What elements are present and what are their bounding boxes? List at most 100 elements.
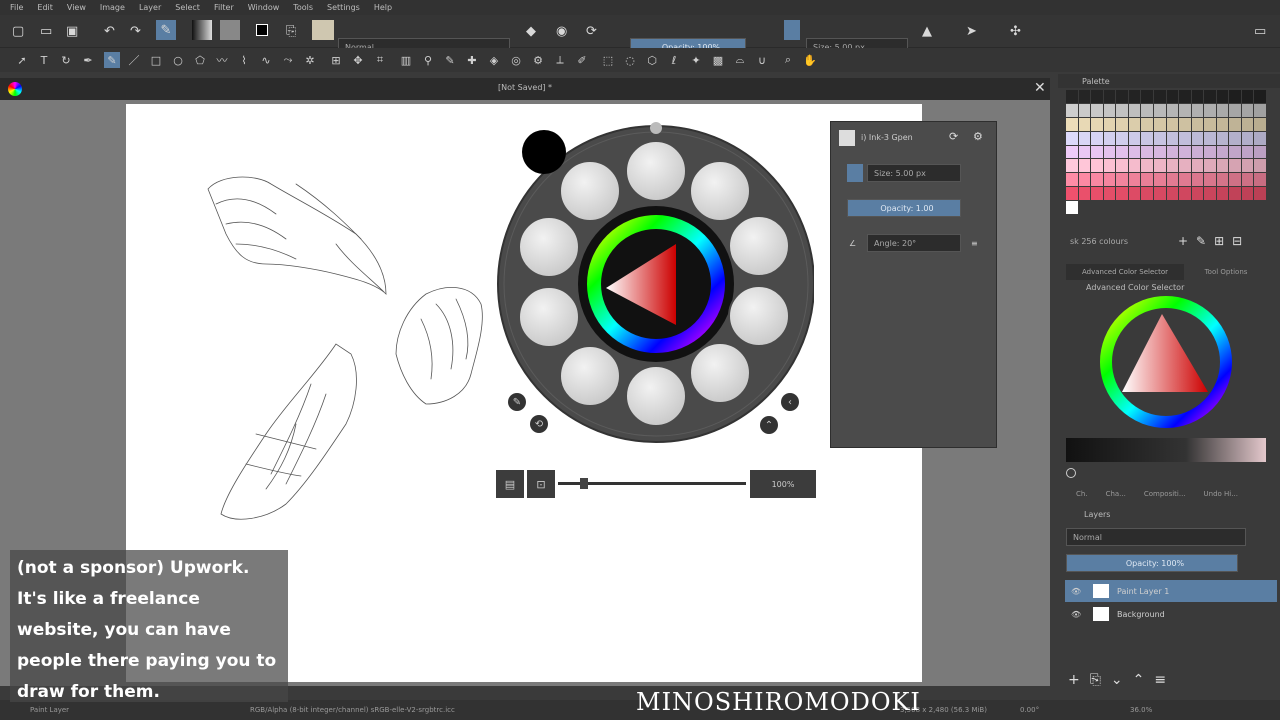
bezier-select-icon[interactable]: ⌓ [732, 52, 748, 68]
palette-swatch[interactable] [1153, 145, 1166, 159]
palette-swatch[interactable] [1191, 145, 1204, 159]
open-folder-icon[interactable]: ▭ [40, 21, 52, 41]
palette-swatch[interactable] [1191, 90, 1204, 103]
palette-swatch[interactable] [1116, 117, 1128, 131]
palette-swatch[interactable] [1141, 173, 1153, 187]
palette-swatch[interactable] [1216, 90, 1229, 103]
line-tool-icon[interactable]: ／ [126, 52, 142, 68]
palette-swatch[interactable] [1116, 145, 1128, 159]
colorize-mask-icon[interactable]: ✎ [442, 52, 458, 68]
palette-swatch[interactable] [1191, 103, 1204, 117]
tab-compositions[interactable]: Compositi... [1144, 490, 1186, 504]
palette-swatch[interactable] [1204, 201, 1216, 214]
move-tool-icon[interactable]: ✥ [350, 52, 366, 68]
palette-swatch[interactable] [1179, 131, 1191, 145]
palette-swatch[interactable] [1091, 159, 1103, 173]
hud-angle-slider[interactable]: Angle: 20° [867, 234, 961, 252]
menu-edit[interactable]: Edit [37, 3, 53, 12]
palette-swatch[interactable] [1141, 103, 1153, 117]
popup-palette[interactable]: ✎ ⟲ ‹ ⌃ [496, 120, 814, 448]
brush-preset-slot-6[interactable] [689, 342, 751, 404]
palette-swatch[interactable] [1254, 90, 1266, 103]
palette-swatch[interactable] [1066, 103, 1078, 117]
palette-swatch[interactable] [1153, 159, 1166, 173]
palette-swatch[interactable] [1153, 173, 1166, 187]
palette-swatch[interactable] [1116, 159, 1128, 173]
palette-swatch[interactable] [1078, 131, 1091, 145]
hud-opacity-slider[interactable]: Opacity: 1.00 [847, 199, 961, 217]
brush-preset-slot-3[interactable] [689, 160, 751, 222]
layer-name[interactable]: Paint Layer 1 [1117, 587, 1169, 596]
palette-swatch[interactable] [1129, 201, 1141, 214]
menu-layer[interactable]: Layer [139, 3, 161, 12]
palette-swatch[interactable] [1204, 90, 1216, 103]
palette-swatch[interactable] [1153, 187, 1166, 201]
palette-swatch[interactable] [1191, 131, 1204, 145]
palette-swatch[interactable] [1103, 117, 1116, 131]
undo-icon[interactable]: ↶ [104, 21, 115, 41]
hud-size-slider[interactable]: Size: 5.00 px [867, 164, 961, 182]
save-icon[interactable]: ▣ [66, 21, 78, 41]
palette-swatch[interactable] [1128, 187, 1141, 201]
palette-swatch[interactable] [1229, 159, 1241, 173]
palette-swatch[interactable] [1241, 90, 1254, 103]
palette-swatch[interactable] [1204, 117, 1216, 131]
freehand-select-icon[interactable]: ℓ [666, 52, 682, 68]
menu-image[interactable]: Image [100, 3, 125, 12]
rectangle-tool-icon[interactable]: □ [148, 52, 164, 68]
magnetic-select-icon[interactable]: ∪ [754, 52, 770, 68]
rect-select-icon[interactable]: ⬚ [600, 52, 616, 68]
similar-select-icon[interactable]: ▩ [710, 52, 726, 68]
palette-swatch[interactable] [1242, 201, 1254, 214]
palette-swatch[interactable] [1091, 117, 1103, 131]
palette-swatch[interactable] [1166, 103, 1179, 117]
freehand-path-icon[interactable]: ∿ [258, 52, 274, 68]
palette-swatch[interactable] [1066, 117, 1078, 131]
palette-swatch[interactable] [1166, 159, 1179, 173]
palette-swatch[interactable] [1166, 90, 1179, 103]
palette-swatch[interactable] [1141, 145, 1153, 159]
palette-swatch[interactable] [1229, 90, 1241, 103]
palette-swatch[interactable] [1254, 103, 1266, 117]
enclose-fill-icon[interactable]: ◎ [508, 52, 524, 68]
tab-channels[interactable]: Cha... [1106, 490, 1126, 504]
palette-swatch[interactable] [1254, 187, 1266, 201]
tab-undo-history[interactable]: Undo Hi... [1204, 490, 1238, 504]
edit-shapes-icon[interactable]: ↻ [58, 52, 74, 68]
transform-tool-icon[interactable]: ⊞ [328, 52, 344, 68]
palette-swatch[interactable] [1116, 131, 1128, 145]
contiguous-select-icon[interactable]: ✦ [688, 52, 704, 68]
palette-swatch[interactable] [1216, 131, 1229, 145]
palette-swatch[interactable] [1166, 131, 1179, 145]
brush-preset-slot-1[interactable] [559, 160, 621, 222]
palette-swatch[interactable] [1079, 201, 1091, 214]
layer-opacity-slider[interactable]: Opacity: 100% [1066, 554, 1238, 572]
palette-swatch[interactable] [1179, 159, 1191, 173]
erase-mode-icon[interactable]: ⎘ [286, 21, 296, 41]
palette-swatch[interactable] [1103, 173, 1116, 187]
palette-swatch[interactable] [1179, 145, 1191, 159]
tag-icon[interactable]: ✎ [508, 393, 526, 411]
palette-swatch[interactable] [1166, 187, 1179, 201]
zoom-slider[interactable] [558, 478, 746, 489]
eye-icon[interactable]: 👁 [1071, 587, 1085, 596]
palette-swatch[interactable] [1078, 159, 1091, 173]
palette-swatch[interactable] [1128, 145, 1141, 159]
multibrush-icon[interactable]: ✲ [302, 52, 318, 68]
palette-swatch[interactable] [1229, 145, 1241, 159]
shade-selector[interactable] [1066, 438, 1266, 462]
pattern-icon[interactable] [220, 20, 240, 40]
palette-swatch[interactable] [1229, 117, 1241, 131]
palette-swatch[interactable] [1191, 173, 1204, 187]
palette-swatch[interactable] [1128, 131, 1141, 145]
palette-swatch[interactable] [1191, 159, 1204, 173]
palette-swatch[interactable] [1078, 103, 1091, 117]
bezier-tool-icon[interactable]: ⌇ [236, 52, 252, 68]
palette-swatch[interactable] [1153, 131, 1166, 145]
palette-swatch[interactable] [1128, 173, 1141, 187]
redo-icon[interactable]: ↷ [130, 21, 141, 41]
palette-swatch[interactable] [1166, 173, 1179, 187]
polyline-tool-icon[interactable]: 〰 [214, 52, 230, 68]
brush-preset-slot-2[interactable] [625, 140, 687, 202]
palette-swatch[interactable] [1141, 159, 1153, 173]
